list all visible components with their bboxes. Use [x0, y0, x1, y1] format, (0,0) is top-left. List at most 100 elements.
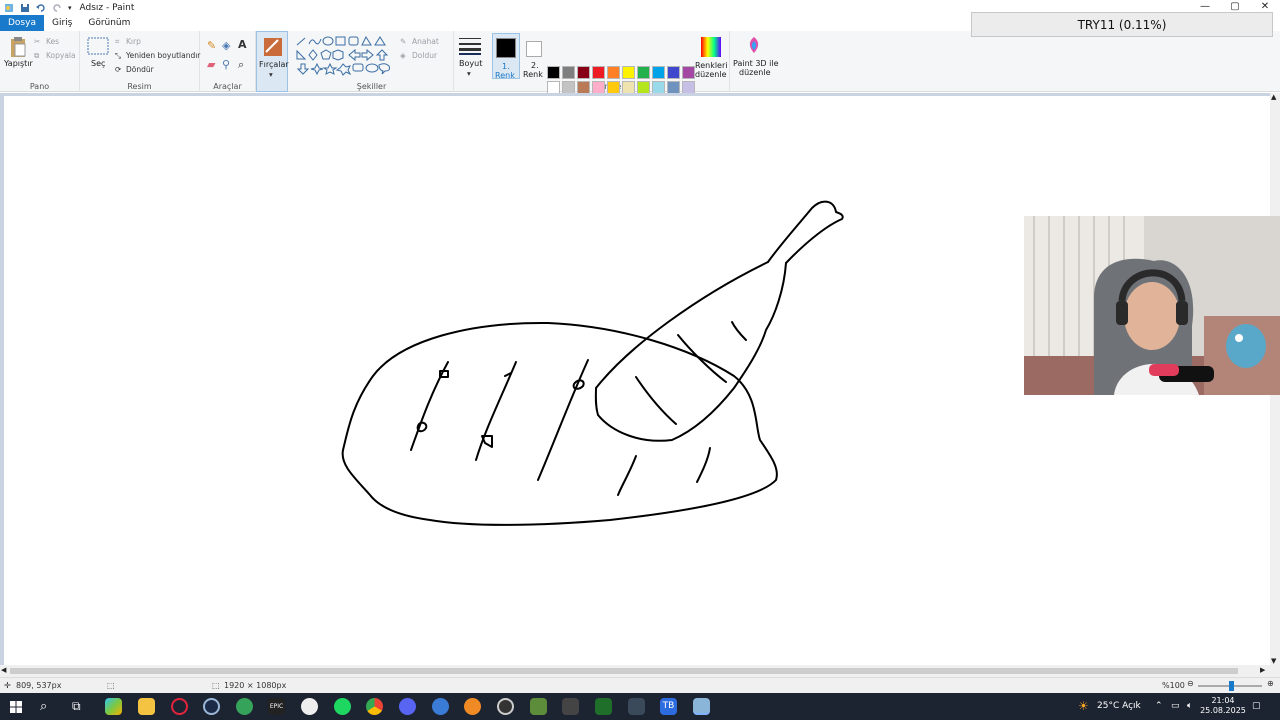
epic-games-icon[interactable]: EPIC — [268, 698, 285, 715]
app-icon-clock[interactable] — [497, 698, 514, 715]
color2-swatch — [526, 41, 542, 57]
eraser-icon[interactable]: ▰ — [207, 58, 215, 71]
palette-swatch[interactable] — [562, 66, 575, 79]
network-icon[interactable]: ▭ — [1171, 693, 1180, 720]
scroll-right-icon[interactable]: ▶ — [1260, 666, 1265, 674]
palette-swatch[interactable] — [682, 66, 695, 79]
fill-bucket-icon[interactable]: ◈ — [222, 39, 230, 52]
color-wheel-icon — [701, 37, 721, 57]
color1-swatch — [496, 38, 516, 58]
size-dropdown-icon: ▾ — [467, 69, 471, 78]
volume-icon[interactable]: 🔈︎ — [1187, 693, 1192, 720]
save-icon[interactable] — [20, 3, 30, 13]
cursor-position: 809, 537px — [16, 681, 62, 690]
group-shapes: ✎ Anahat ◈ Doldur Şekiller — [290, 31, 454, 92]
app-icon-tb[interactable]: TB — [660, 698, 677, 715]
quick-access-dropdown-icon[interactable]: ▾ — [68, 4, 72, 12]
horizontal-scroll-thumb[interactable] — [10, 668, 1238, 674]
discord-icon[interactable] — [399, 698, 416, 715]
resize-button[interactable]: Yeniden boyutlandır — [126, 51, 200, 60]
weather-icon: ☀ — [1078, 699, 1089, 713]
ribbon: Yapıştır ✂ Kes ⧉ Kopyala Pano Seç ⌗ Kırp… — [0, 31, 1280, 109]
palette-swatch[interactable] — [592, 66, 605, 79]
group-clipboard: Yapıştır ✂ Kes ⧉ Kopyala Pano — [0, 31, 80, 92]
zoom-level: %100 — [1162, 681, 1185, 690]
cut-button[interactable]: Kes — [46, 37, 59, 46]
select-icon[interactable] — [87, 37, 109, 55]
edit-colors-line1: Renkleri — [695, 61, 728, 70]
brushes-button[interactable]: Fırçalar ▾ — [256, 31, 289, 92]
magnifier-icon[interactable]: ⌕ — [238, 58, 244, 72]
tray-overflow-icon[interactable]: ⌃ — [1155, 693, 1163, 720]
group-label-shapes: Şekiller — [356, 82, 387, 91]
scroll-up-icon[interactable]: ▲ — [1271, 93, 1276, 101]
notifications-icon[interactable]: ▢ — [1252, 693, 1261, 720]
scroll-down-icon[interactable]: ▼ — [1271, 657, 1276, 665]
taskbar-clock[interactable]: 21:04 25.08.2025 — [1198, 696, 1248, 716]
app-icon-blue[interactable] — [432, 698, 449, 715]
color1-button[interactable]: 1. Renk — [492, 33, 520, 80]
xbox-icon[interactable] — [236, 698, 253, 715]
tab-view[interactable]: Görünüm — [80, 15, 138, 31]
palette-swatch[interactable] — [607, 66, 620, 79]
chrome-icon[interactable] — [366, 698, 383, 715]
horizontal-scrollbar[interactable]: ◀ ▶ — [0, 665, 1280, 677]
stream-overlay-counter: TRY11 (0.11%) — [971, 12, 1273, 37]
tab-home[interactable]: Giriş — [44, 15, 80, 31]
steam-icon[interactable] — [203, 698, 220, 715]
shapes-gallery[interactable] — [295, 36, 393, 76]
palette-swatch[interactable] — [652, 66, 665, 79]
select-button[interactable]: Seç — [91, 59, 105, 68]
rotate-button[interactable]: Döndür — [126, 65, 154, 74]
pencil-icon[interactable]: ✎ — [207, 39, 216, 52]
text-tool-icon[interactable]: A — [238, 38, 247, 51]
palette-swatch[interactable] — [622, 66, 635, 79]
scroll-left-icon[interactable]: ◀ — [1, 666, 6, 674]
spotify-icon[interactable] — [334, 698, 351, 715]
copilot-icon[interactable] — [105, 698, 122, 715]
resize-icon: ⤡ — [115, 51, 121, 60]
brush-icon — [264, 38, 282, 56]
paste-icon[interactable] — [9, 36, 27, 58]
minecraft-icon[interactable] — [530, 698, 547, 715]
paint-taskbar-icon[interactable] — [693, 698, 710, 715]
search-icon[interactable]: ⌕ — [40, 693, 47, 720]
opera-icon[interactable] — [171, 698, 188, 715]
webcam-image — [1024, 216, 1280, 395]
outline-button[interactable]: Anahat — [412, 37, 439, 46]
paste-button[interactable]: Yapıştır — [4, 59, 33, 68]
status-bar: ✛ 809, 537px ⬚ ⬚ 1920 × 1080px %100 ⊖ ⊕ — [0, 677, 1280, 693]
palette-swatch[interactable] — [637, 66, 650, 79]
group-label-image: Resim — [127, 82, 152, 91]
size-button[interactable]: Boyut ▾ — [454, 31, 488, 92]
file-explorer-icon[interactable] — [138, 698, 155, 715]
edit-colors-button[interactable]: Renkleri düzenle — [694, 33, 728, 79]
app-icon-green[interactable] — [595, 698, 612, 715]
image-size-icon: ⬚ — [212, 681, 220, 690]
app-icon-tool[interactable] — [562, 698, 579, 715]
palette-swatch[interactable] — [547, 66, 560, 79]
obs-icon[interactable] — [301, 698, 318, 715]
zoom-slider-thumb[interactable] — [1229, 681, 1234, 691]
weather-text[interactable]: 25°C Açık — [1097, 693, 1141, 720]
brushes-dropdown-icon: ▾ — [269, 70, 273, 79]
copy-button[interactable]: Kopyala — [46, 51, 76, 60]
windows-start-icon[interactable] — [10, 701, 22, 713]
fill-button[interactable]: Doldur — [412, 51, 437, 60]
undo-icon[interactable] — [36, 3, 46, 13]
task-view-icon[interactable]: ⧉ — [72, 693, 81, 720]
clock-date: 25.08.2025 — [1200, 706, 1246, 715]
color2-button[interactable]: 2. Renk — [522, 33, 546, 79]
palette-swatch[interactable] — [667, 66, 680, 79]
crop-button[interactable]: Kırp — [126, 37, 141, 46]
paint3d-button[interactable]: Paint 3D ile düzenle — [730, 31, 779, 92]
redo-icon[interactable] — [52, 3, 62, 13]
color2-line2: Renk — [523, 70, 543, 79]
palette-swatch[interactable] — [577, 66, 590, 79]
color-picker-icon[interactable]: ⚲ — [222, 58, 230, 71]
app-icon-boat[interactable] — [628, 698, 645, 715]
tab-file[interactable]: Dosya — [0, 15, 44, 31]
zoom-in-icon[interactable]: ⊕ — [1267, 679, 1274, 688]
zoom-out-icon[interactable]: ⊖ — [1187, 679, 1194, 688]
blender-icon[interactable] — [464, 698, 481, 715]
